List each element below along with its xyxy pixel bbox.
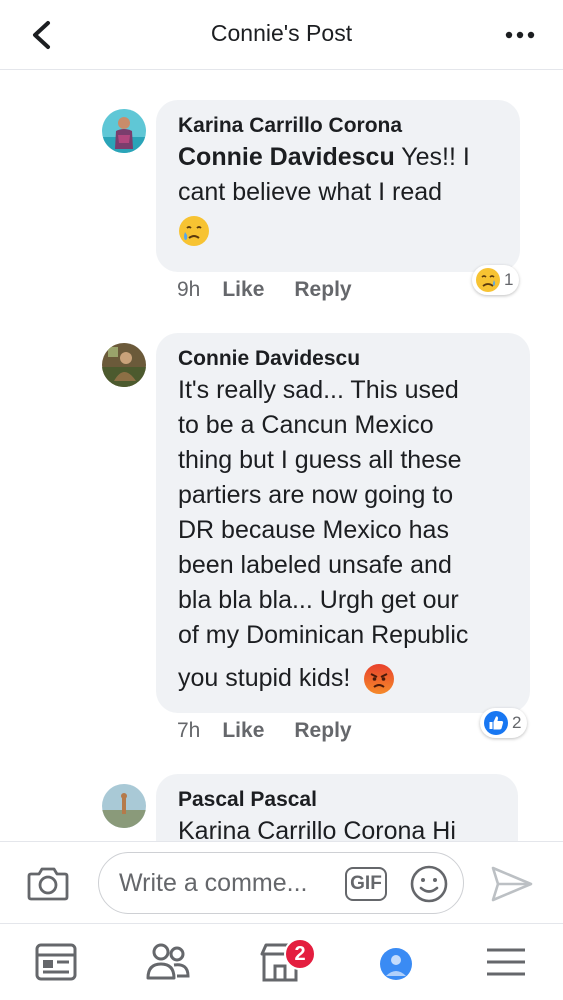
more-options-icon[interactable] [503,22,537,48]
comments-list[interactable]: Karina Carrillo Corona Connie Davidescu … [0,71,563,841]
notification-badge: 2 [284,938,316,970]
comment-text-line: thing but I guess all these [178,446,462,474]
comment-text-line: Karina Carrillo Corona Hi [178,817,456,841]
comment-timestamp: 7h [177,719,201,742]
comment-text: Connie Davidescu Yes!! I [178,140,500,175]
menu-icon[interactable] [482,938,530,986]
comment-meta: 7h Like Reply [177,719,382,743]
comment-text-line: to be a Cancun Mexico [178,411,434,439]
comment-text-line: partiers are now going to [178,481,454,509]
comment-text-last-line: you stupid kids! [178,661,510,696]
sad-face-emoji-icon [476,268,500,292]
like-button[interactable]: Like [222,278,264,302]
news-feed-icon[interactable] [32,938,80,986]
reaction-count: 2 [512,713,522,732]
comment-meta: 9h Like Reply [177,278,382,302]
comment-text-line: been labeled unsafe and [178,551,452,579]
comment-author[interactable]: Connie Davidescu [178,345,510,373]
comment-input-box[interactable]: GIF [98,852,464,914]
comment-bubble[interactable]: Pascal Pascal Karina Carrillo Corona Hi [156,774,518,841]
comment-text-line: Yes!! I [394,143,470,171]
comment-bubble[interactable]: Connie Davidescu It's really sad... This… [156,333,530,713]
comment-composer: GIF [0,841,563,923]
bottom-tab-bar: 2 [0,923,563,1000]
reply-button[interactable]: Reply [294,719,351,743]
comment-bubble[interactable]: Karina Carrillo Corona Connie Davidescu … [156,100,520,272]
sticker-icon[interactable] [409,864,449,904]
sad-tear-emoji-icon [179,216,209,247]
comment-text-line: you stupid kids! [178,664,351,692]
like-button[interactable]: Like [222,719,264,743]
reaction-count: 1 [504,270,514,289]
reply-button[interactable]: Reply [294,278,351,302]
mention-link[interactable]: Connie Davidescu [178,143,395,171]
camera-icon[interactable] [26,862,70,904]
comment-text-line: It's really sad... This used [178,376,459,404]
comment-text-line: of my Dominican Republic [178,621,469,649]
comment-author[interactable]: Pascal Pascal [178,786,498,814]
friends-icon[interactable] [144,938,192,986]
groups-icon[interactable] [372,938,420,986]
comment-timestamp: 9h [177,278,201,301]
comment-text-line: DR because Mexico has [178,516,449,544]
avatar[interactable] [102,109,146,153]
send-icon[interactable] [490,864,534,904]
gif-button[interactable]: GIF [345,867,387,901]
comment-input[interactable] [119,865,339,901]
top-nav-bar: Connie's Post [0,0,563,70]
thumbs-up-icon [484,711,508,735]
comment-author[interactable]: Karina Carrillo Corona [178,112,500,140]
reaction-summary[interactable]: 1 [472,265,520,295]
angry-face-emoji-icon [364,664,395,695]
avatar[interactable] [102,343,146,387]
page-title: Connie's Post [210,20,353,46]
reaction-summary[interactable]: 2 [480,708,528,738]
avatar[interactable] [102,784,146,828]
comment-text-line: cant believe what I read [178,178,443,206]
comment-text-line: bla bla bla... Urgh get our [178,586,459,614]
